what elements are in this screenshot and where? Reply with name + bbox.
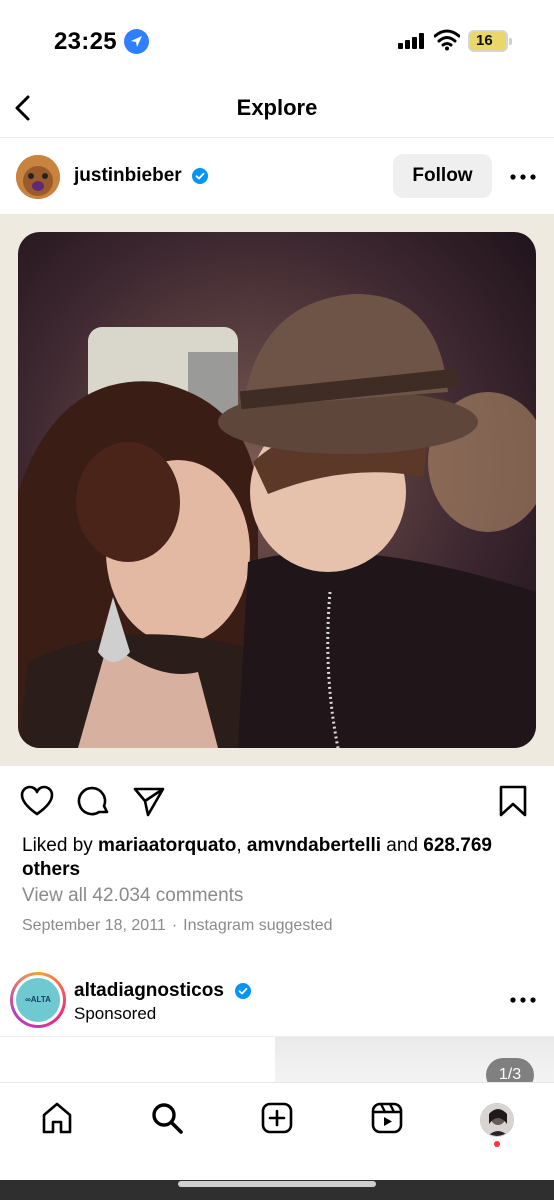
battery-icon: 16 <box>468 30 512 52</box>
reels-icon[interactable] <box>370 1101 404 1135</box>
status-bar: 23:25 16 <box>0 0 554 80</box>
post-meta: September 18, 2011 · Instagram suggested <box>22 917 333 935</box>
sponsored-avatar: ∞ALTA <box>16 978 60 1022</box>
clock: 23:25 <box>54 28 117 55</box>
search-icon[interactable] <box>150 1101 184 1135</box>
wifi-icon <box>434 29 460 51</box>
verified-badge-icon <box>192 168 208 184</box>
post-actions <box>0 784 554 820</box>
home-icon[interactable] <box>40 1101 74 1135</box>
likes-separator: , <box>236 835 247 856</box>
view-comments-link[interactable]: View all 42.034 comments <box>22 885 243 907</box>
verified-badge-icon <box>235 983 251 999</box>
liker-1[interactable]: mariaatorquato <box>98 835 236 856</box>
more-horizontal-icon[interactable] <box>510 997 536 1003</box>
likes-text: Liked by mariaatorquato, amvndabertelli … <box>22 834 532 882</box>
meta-separator: · <box>171 917 178 934</box>
sponsored-media[interactable] <box>0 1036 554 1085</box>
story-ring[interactable]: ∞ALTA <box>10 972 66 1028</box>
notification-dot <box>494 1141 500 1147</box>
signal-icon <box>398 33 424 49</box>
post-username[interactable]: justinbieber <box>74 165 182 187</box>
follow-button[interactable]: Follow <box>393 154 492 198</box>
profile-tab-avatar[interactable] <box>480 1103 514 1137</box>
home-indicator <box>178 1181 376 1187</box>
bookmark-icon[interactable] <box>496 784 530 818</box>
likes-prefix: Liked by <box>22 835 99 856</box>
comment-icon[interactable] <box>77 784 111 818</box>
more-horizontal-icon[interactable] <box>510 174 536 180</box>
location-arrow-icon <box>124 29 149 54</box>
post-media-frame <box>0 214 554 766</box>
avatar[interactable] <box>16 155 60 199</box>
post-photo[interactable] <box>18 232 536 748</box>
liker-2[interactable]: amvndabertelli <box>247 835 381 856</box>
battery-level: 16 <box>476 32 493 49</box>
send-icon[interactable] <box>132 784 166 818</box>
bottom-tab-bar <box>0 1082 554 1162</box>
suggested-label: Instagram suggested <box>183 917 333 934</box>
sponsored-label: Sponsored <box>74 1004 157 1023</box>
post-date: September 18, 2011 <box>22 917 166 934</box>
create-icon[interactable] <box>260 1101 294 1135</box>
likes-and: and <box>381 835 424 856</box>
sponsored-username[interactable]: altadiagnosticos <box>74 980 224 1002</box>
post-header: justinbieber Follow <box>0 138 554 214</box>
sponsored-post-header: ∞ALTA altadiagnosticos Sponsored <box>0 966 554 1036</box>
top-navigation: Explore <box>0 80 554 138</box>
heart-icon[interactable] <box>20 784 54 818</box>
page-title: Explore <box>236 95 318 120</box>
